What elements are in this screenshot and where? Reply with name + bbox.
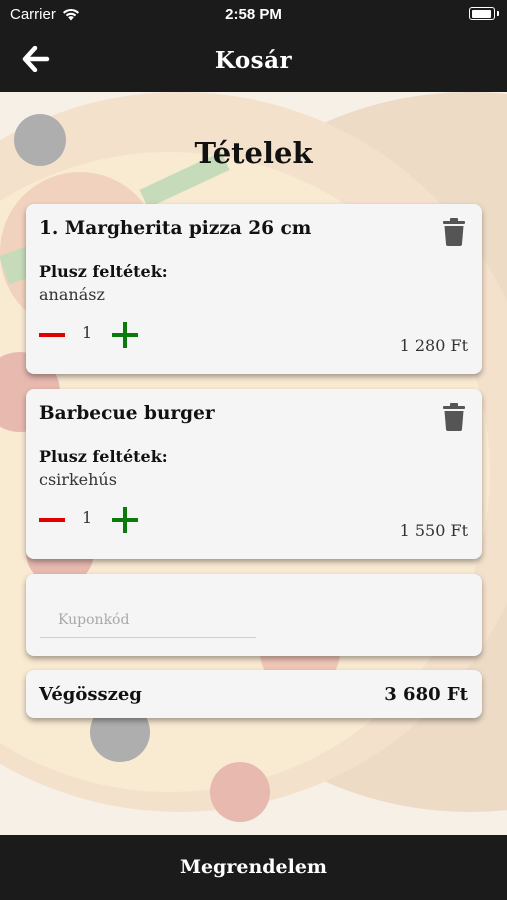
order-button-label: Megrendelem [179,856,328,878]
delete-item-button[interactable] [442,218,466,246]
page-title: Kosár [214,47,293,74]
nav-bar: Kosár [0,30,507,92]
section-title: Tételek [194,136,313,170]
cart-item-card: 1. Margherita pizza 26 cm Plusz feltétek… [26,204,482,374]
total-value: 3 680 Ft [384,684,468,705]
extras-label: Plusz feltétek: [39,447,168,466]
cart-content[interactable]: Tételek 1. Margherita pizza 26 cm Plusz … [0,92,507,835]
decrease-quantity-button[interactable] [39,324,65,346]
order-button[interactable]: Megrendelem [0,835,507,900]
battery-icon [469,7,499,20]
quantity-value: 1 [82,508,93,527]
cart-item-card: Barbecue burger Plusz feltétek: csirkehú… [26,389,482,559]
trash-icon [443,218,465,246]
increase-quantity-button[interactable] [112,507,138,533]
status-time: 2:58 PM [225,6,282,23]
item-name: 1. Margherita pizza 26 cm [39,218,312,239]
total-label: Végösszeg [39,684,142,705]
coupon-input[interactable] [40,602,256,638]
extras-value: csirkehús [39,470,117,489]
item-name: Barbecue burger [39,403,215,424]
quantity-value: 1 [82,323,93,342]
total-card: Végösszeg 3 680 Ft [26,670,482,718]
coupon-card [26,574,482,656]
decrease-quantity-button[interactable] [39,509,65,531]
status-bar: Carrier 2:58 PM [0,0,507,30]
delete-item-button[interactable] [442,403,466,431]
extras-value: ananász [39,285,105,304]
item-price: 1 280 Ft [399,336,468,355]
increase-quantity-button[interactable] [112,322,138,348]
item-price: 1 550 Ft [399,521,468,540]
extras-label: Plusz feltétek: [39,262,168,281]
trash-icon [443,403,465,431]
